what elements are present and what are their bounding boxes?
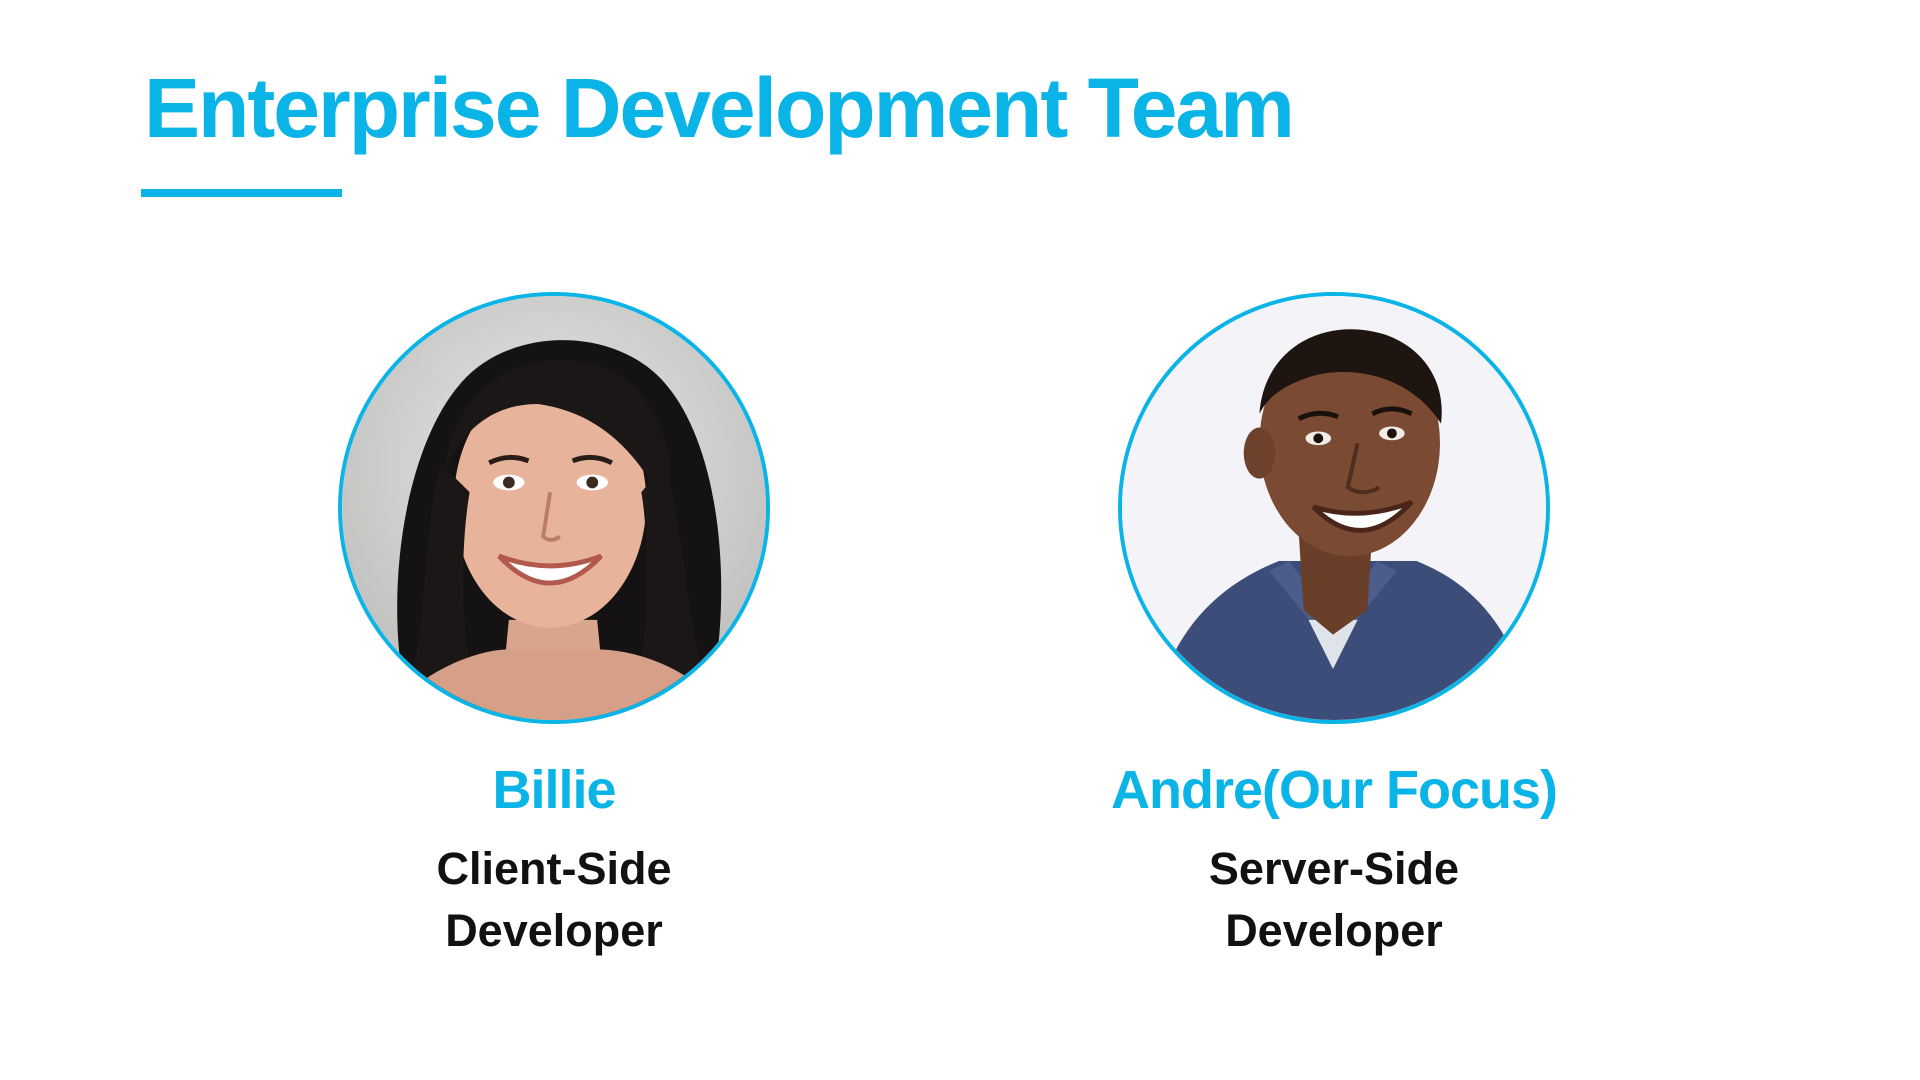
avatar-andre	[1118, 292, 1550, 724]
role-line-2: Developer	[1225, 905, 1443, 957]
slide-title: Enterprise Development Team	[144, 61, 1295, 155]
team-member-billie: Billie Client-Side Developer	[254, 292, 854, 962]
portrait-woman-image	[342, 296, 766, 720]
member-name: Andre(Our Focus)	[1110, 760, 1558, 820]
role-line-1: Client-Side	[436, 843, 672, 895]
member-role: Client-Side Developer	[254, 838, 854, 962]
title-underline	[141, 189, 342, 197]
portrait-man-image	[1122, 296, 1546, 720]
member-role: Server-Side Developer	[1034, 838, 1634, 962]
member-name: Billie	[492, 760, 616, 820]
slide: Enterprise Development Team Billie Clien…	[0, 0, 1920, 1080]
role-line-1: Server-Side	[1208, 843, 1460, 895]
team-member-andre: Andre(Our Focus) Server-Side Developer	[1034, 292, 1634, 962]
avatar-billie	[338, 292, 770, 724]
role-line-2: Developer	[445, 905, 663, 957]
